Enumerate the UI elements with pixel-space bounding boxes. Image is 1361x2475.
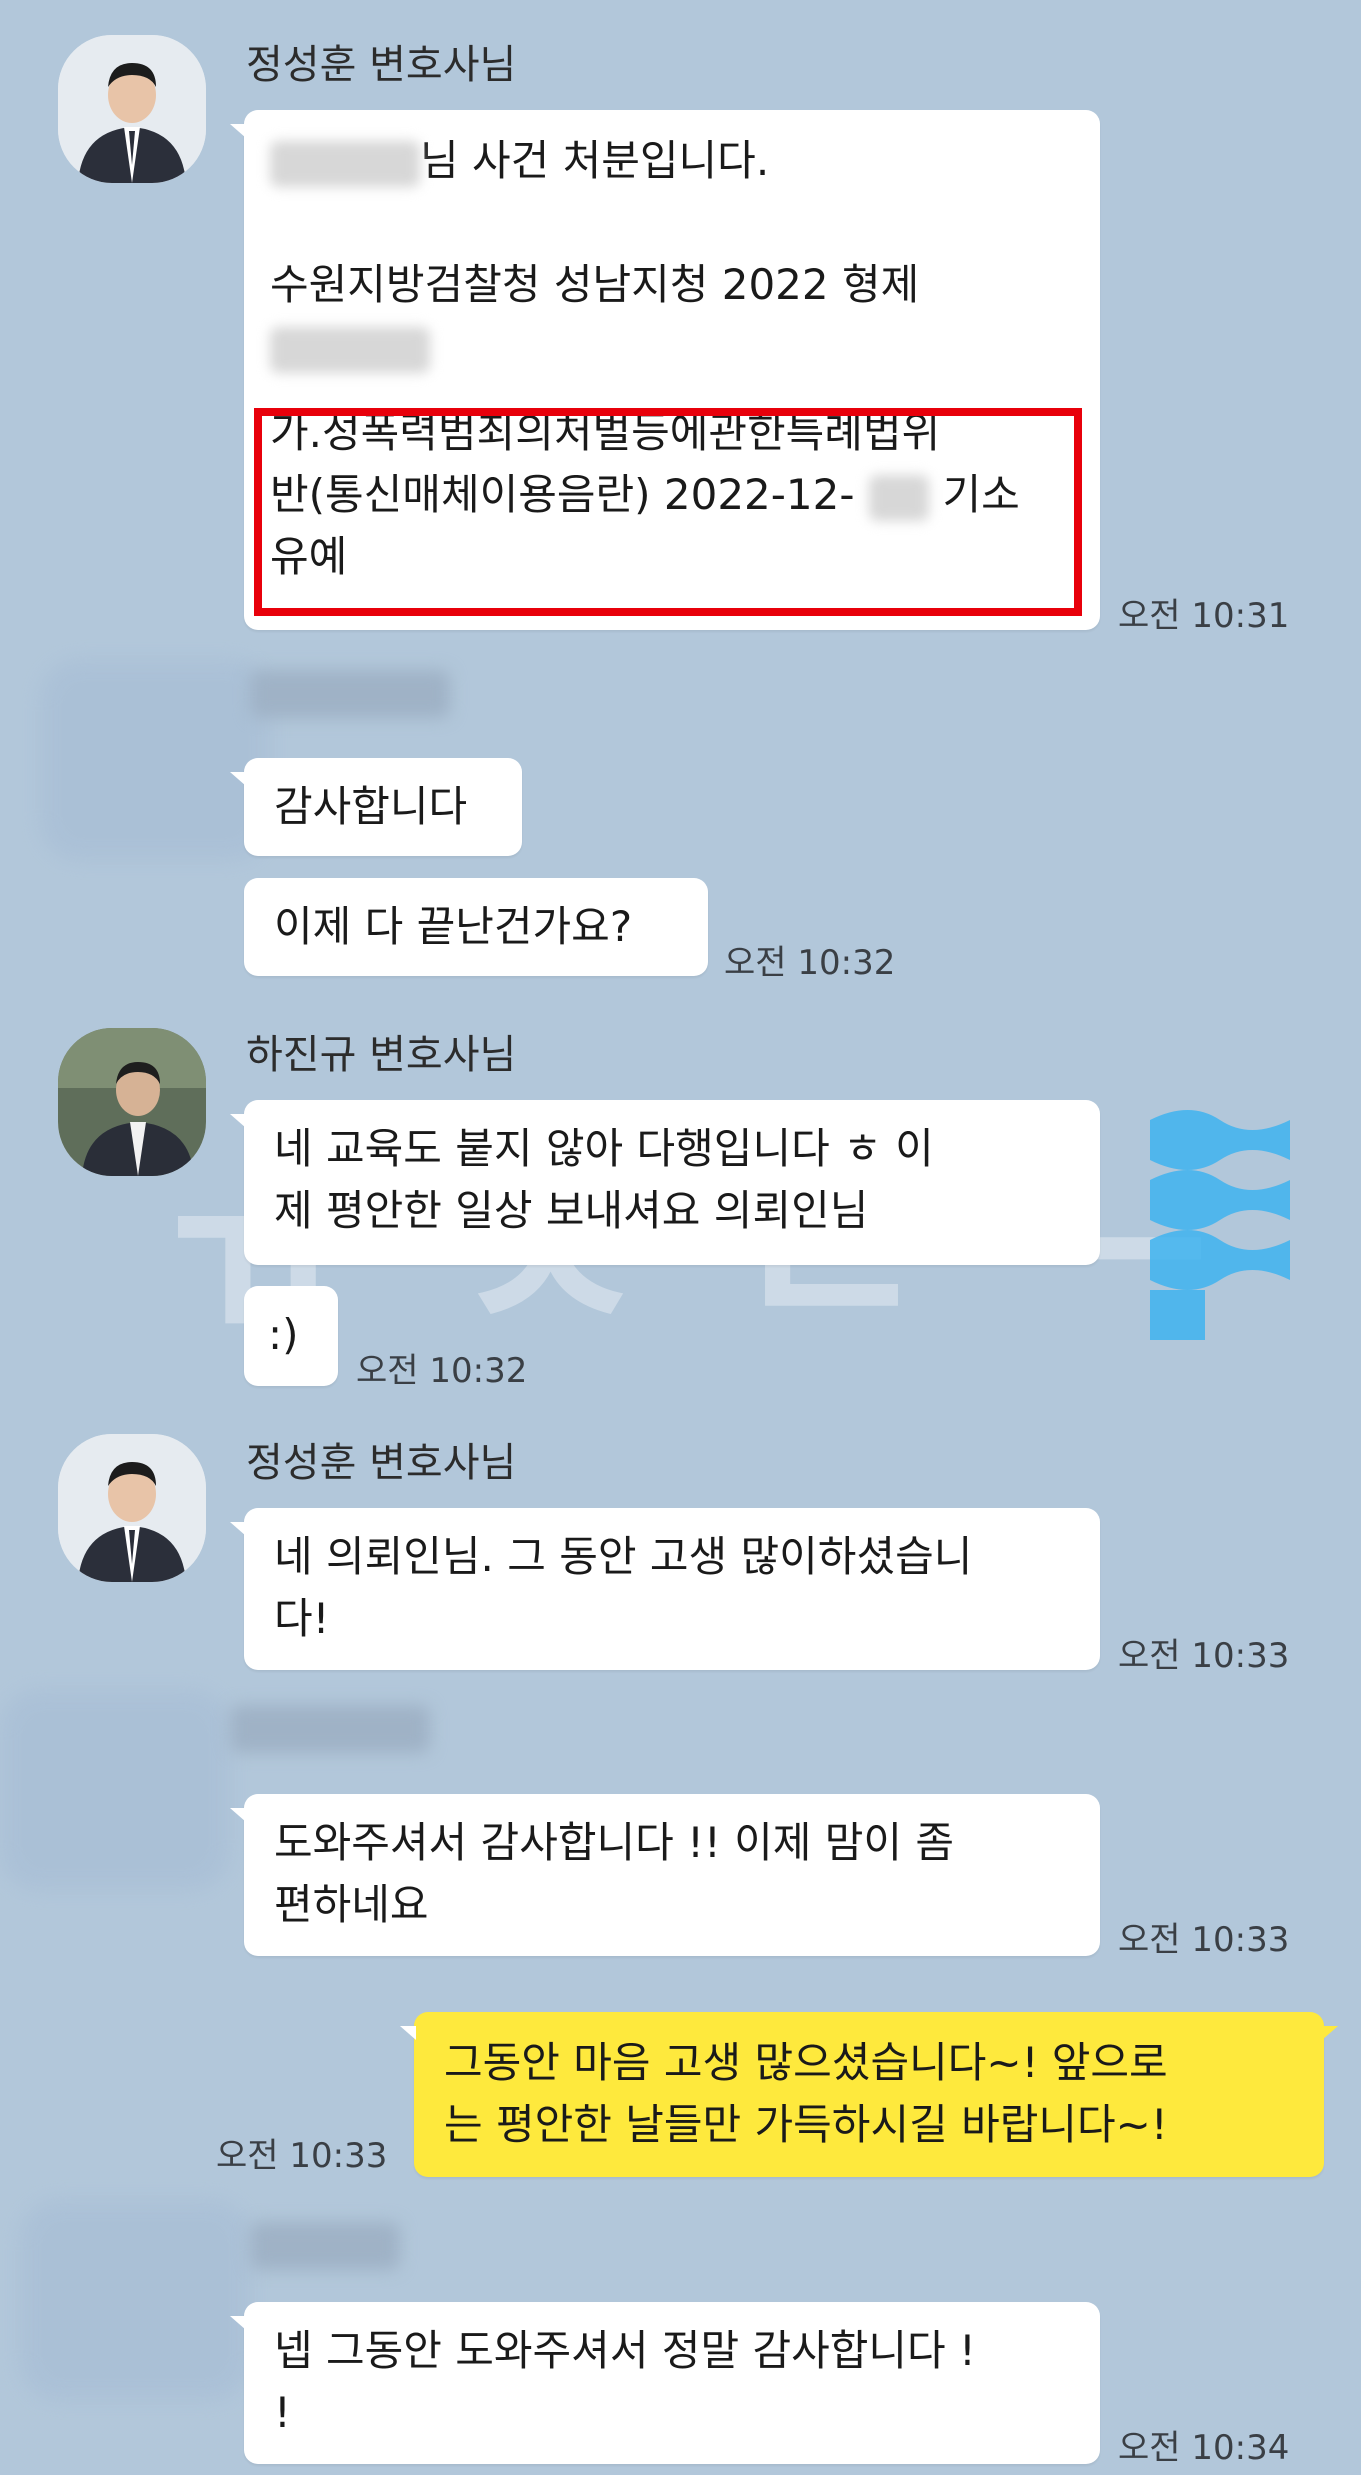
- lawyer-avatar-icon[interactable]: [58, 35, 206, 183]
- message-bubble[interactable]: 도와주셔서 감사합니다 !! 이제 맘이 좀 편하네요: [230, 1794, 1100, 1956]
- redacted-sender-name: [250, 670, 450, 718]
- message-bubble[interactable]: 네 교육도 붙지 않아 다행입니다 ㅎ 이 제 평안한 일상 보내셔요 의뢰인님: [230, 1100, 1100, 1265]
- message-text: 수원지방검찰청 성남지청 2022 형제: [270, 260, 920, 309]
- client-avatar-blurred: [20, 2200, 250, 2400]
- message-text: 는 평안한 날들만 가득하시길 바랍니다~!: [444, 2100, 1168, 2149]
- message-time: 오전 10:32: [724, 943, 896, 983]
- sender-name: 정성훈 변호사님: [246, 42, 517, 88]
- message-text: 이제 다 끝난건가요?: [274, 902, 633, 951]
- redacted-case-number: [270, 326, 430, 373]
- message-time: 오전 10:31: [1118, 596, 1290, 636]
- message-time: 오전 10:32: [356, 1351, 528, 1391]
- sender-name: 정성훈 변호사님: [246, 1440, 517, 1486]
- message-text: 그동안 마음 고생 많으셨습니다~! 앞으로: [444, 2038, 1168, 2087]
- message-text: !: [274, 2388, 291, 2437]
- message-text: 다!: [274, 1594, 330, 1643]
- message-text: 네 교육도 붙지 않아 다행입니다 ㅎ 이: [274, 1124, 934, 1173]
- message-text: :): [268, 1310, 299, 1359]
- message-text: 편하네요: [274, 1880, 429, 1929]
- lawyer-avatar-icon[interactable]: [58, 1434, 206, 1582]
- client-avatar-blurred: [0, 1690, 230, 1890]
- message-time: 오전 10:33: [1118, 1636, 1290, 1676]
- lawyer-avatar-icon[interactable]: [58, 1028, 206, 1176]
- message-bubble[interactable]: 이제 다 끝난건가요?: [244, 878, 708, 976]
- message-bubble-mine[interactable]: 그동안 마음 고생 많으셨습니다~! 앞으로 는 평안한 날들만 가득하시길 바…: [400, 2012, 1338, 2177]
- message-time: 오전 10:34: [1118, 2428, 1290, 2468]
- redacted-client-name: [270, 140, 420, 187]
- message-text: 도와주셔서 감사합니다 !! 이제 맘이 좀: [274, 1818, 955, 1867]
- message-text: 네 의뢰인님. 그 동안 고생 많이하셨습니: [274, 1532, 973, 1581]
- message-text: 넵 그동안 도와주셔서 정말 감사합니다 !: [274, 2326, 976, 2375]
- sender-name: 하진규 변호사님: [246, 1032, 517, 1078]
- message-text: 제 평안한 일상 보내셔요 의뢰인님: [274, 1186, 869, 1235]
- watermark-flag-icon: [1150, 1110, 1290, 1340]
- message-time: 오전 10:33: [1118, 1920, 1290, 1960]
- message-bubble[interactable]: :): [244, 1286, 338, 1386]
- message-bubble[interactable]: 감사합니다: [230, 758, 522, 856]
- client-avatar-blurred: [40, 660, 270, 860]
- redacted-sender-name: [230, 1705, 430, 1753]
- message-text: 감사합니다: [274, 782, 468, 831]
- redacted-sender-name: [250, 2222, 400, 2270]
- message-text: 님 사건 처분입니다.: [420, 136, 770, 185]
- highlight-box: [254, 408, 1082, 616]
- message-bubble[interactable]: 네 의뢰인님. 그 동안 고생 많이하셨습니 다!: [230, 1508, 1100, 1670]
- message-time: 오전 10:33: [216, 2136, 388, 2176]
- message-bubble[interactable]: 넵 그동안 도와주셔서 정말 감사합니다 ! !: [230, 2302, 1100, 2464]
